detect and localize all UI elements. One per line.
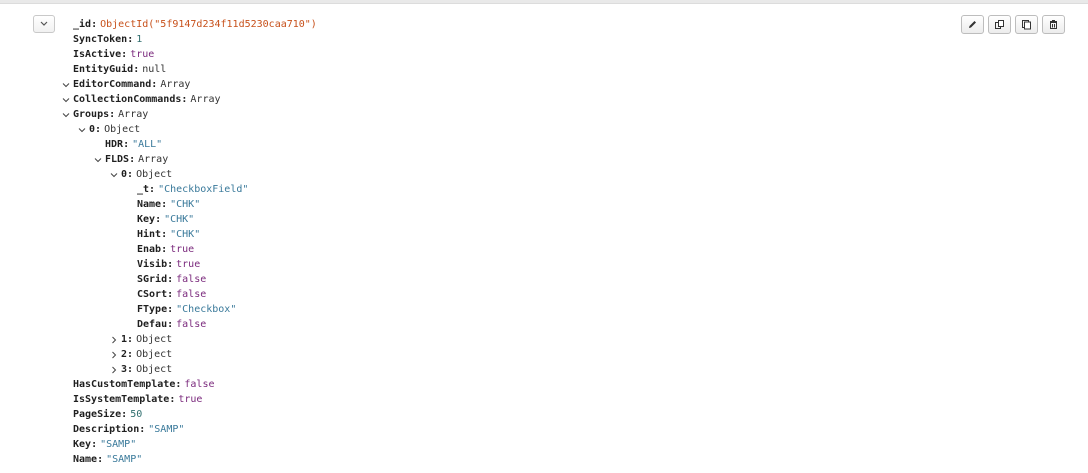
field-row: Description: "SAMP" xyxy=(73,424,185,435)
field-row: Name: "CHK" xyxy=(137,199,201,210)
field-row: _t: "CheckboxField" xyxy=(137,184,249,195)
field-row: Key: "SAMP" xyxy=(73,439,137,450)
field-value: Array xyxy=(138,154,169,165)
field-value: 1 xyxy=(136,34,143,45)
field-value: false xyxy=(176,274,207,285)
field-value: false xyxy=(176,289,207,300)
field-value: "SAMP" xyxy=(148,424,185,435)
chevron-down-icon[interactable] xyxy=(62,96,70,104)
field-key: Key xyxy=(73,439,92,450)
field-value: Object xyxy=(136,334,173,345)
field-value: "SAMP" xyxy=(100,439,137,450)
field-value: true xyxy=(178,394,203,405)
field-row: HDR: "ALL" xyxy=(105,139,163,150)
field-value: "ALL" xyxy=(132,139,163,150)
chevron-down-icon[interactable] xyxy=(62,111,70,119)
field-row[interactable]: FLDS: Array xyxy=(0,152,1088,167)
field-row: EntityGuid: null xyxy=(73,64,167,75)
top-divider xyxy=(0,0,1088,4)
field-value: null xyxy=(142,64,167,75)
field-key: HasCustomTemplate xyxy=(73,379,176,390)
field-value: Object xyxy=(136,169,173,180)
field-key: Hint xyxy=(137,229,162,240)
field-key: IsActive xyxy=(73,49,122,60)
field-key: FType xyxy=(137,304,168,315)
field-key: PageSize xyxy=(73,409,122,420)
field-row: Key: "CHK" xyxy=(137,214,195,225)
field-key: CollectionCommands xyxy=(73,94,182,105)
field-key: Enab xyxy=(137,244,162,255)
field-key: CSort xyxy=(137,289,168,300)
chevron-down-icon[interactable] xyxy=(78,126,86,134)
field-value: "CheckboxField" xyxy=(158,184,249,195)
field-key: Defau xyxy=(137,319,168,330)
field-value: 50 xyxy=(130,409,143,420)
field-key: Name xyxy=(137,199,162,210)
field-row[interactable]: 2: Object xyxy=(0,347,1088,362)
field-row: Hint: "CHK" xyxy=(137,229,201,240)
field-value: "CHK" xyxy=(170,229,201,240)
field-key: Name xyxy=(73,454,98,465)
field-row[interactable]: Groups: Array xyxy=(0,107,1088,122)
field-key: Key xyxy=(137,214,156,225)
field-row[interactable]: 3: Object xyxy=(0,362,1088,377)
field-key: SyncToken xyxy=(73,34,128,45)
field-row: Defau: false xyxy=(137,319,207,330)
field-row: Visib: true xyxy=(137,259,201,270)
chevron-down-icon[interactable] xyxy=(62,81,70,89)
field-row[interactable]: EditorCommand: Array xyxy=(0,77,1088,92)
id-field-row: _id: ObjectId("5f9147d234f11d5230caa710") xyxy=(73,19,317,30)
field-value: "Checkbox" xyxy=(176,304,237,315)
field-value: Object xyxy=(136,349,173,360)
field-value: Array xyxy=(118,109,149,120)
field-value: Object xyxy=(136,364,173,375)
field-row: HasCustomTemplate: false xyxy=(73,379,215,390)
field-key: Description xyxy=(73,424,140,435)
field-value: Array xyxy=(190,94,221,105)
field-row: Name: "SAMP" xyxy=(73,454,143,465)
field-row: IsActive: true xyxy=(73,49,155,60)
field-value: "CHK" xyxy=(170,199,201,210)
field-row: FType: "Checkbox" xyxy=(137,304,237,315)
field-value: true xyxy=(176,259,201,270)
field-value: true xyxy=(130,49,155,60)
field-key: EntityGuid xyxy=(73,64,134,75)
chevron-down-icon[interactable] xyxy=(94,156,102,164)
field-key: HDR xyxy=(105,139,124,150)
field-key: _id xyxy=(73,19,92,30)
field-row: SyncToken: 1 xyxy=(73,34,143,45)
field-key: Visib xyxy=(137,259,168,270)
field-key: IsSystemTemplate xyxy=(73,394,170,405)
field-row[interactable]: 1: Object xyxy=(0,332,1088,347)
field-row[interactable]: CollectionCommands: Array xyxy=(0,92,1088,107)
field-row: CSort: false xyxy=(137,289,207,300)
field-row: IsSystemTemplate: true xyxy=(73,394,203,405)
field-key: EditorCommand xyxy=(73,79,152,90)
field-value: Object xyxy=(104,124,141,135)
field-value: ObjectId("5f9147d234f11d5230caa710") xyxy=(100,19,317,30)
field-row[interactable]: 0: Object xyxy=(0,122,1088,137)
field-row: SGrid: false xyxy=(137,274,207,285)
chevron-right-icon[interactable] xyxy=(110,336,118,344)
field-value: "CHK" xyxy=(164,214,195,225)
chevron-down-icon[interactable] xyxy=(110,171,118,179)
chevron-right-icon[interactable] xyxy=(110,366,118,374)
field-value: true xyxy=(170,244,195,255)
field-value: false xyxy=(184,379,215,390)
field-key: Groups xyxy=(73,109,110,120)
chevron-right-icon[interactable] xyxy=(110,351,118,359)
field-value: "SAMP" xyxy=(106,454,143,465)
field-key: _t xyxy=(137,184,150,195)
document-tree: _id: ObjectId("5f9147d234f11d5230caa710")… xyxy=(0,17,1088,467)
field-value: false xyxy=(176,319,207,330)
field-row: Enab: true xyxy=(137,244,195,255)
field-key: FLDS xyxy=(105,154,130,165)
field-row: PageSize: 50 xyxy=(73,409,143,420)
field-row[interactable]: 0: Object xyxy=(0,167,1088,182)
field-key: SGrid xyxy=(137,274,168,285)
field-value: Array xyxy=(160,79,191,90)
